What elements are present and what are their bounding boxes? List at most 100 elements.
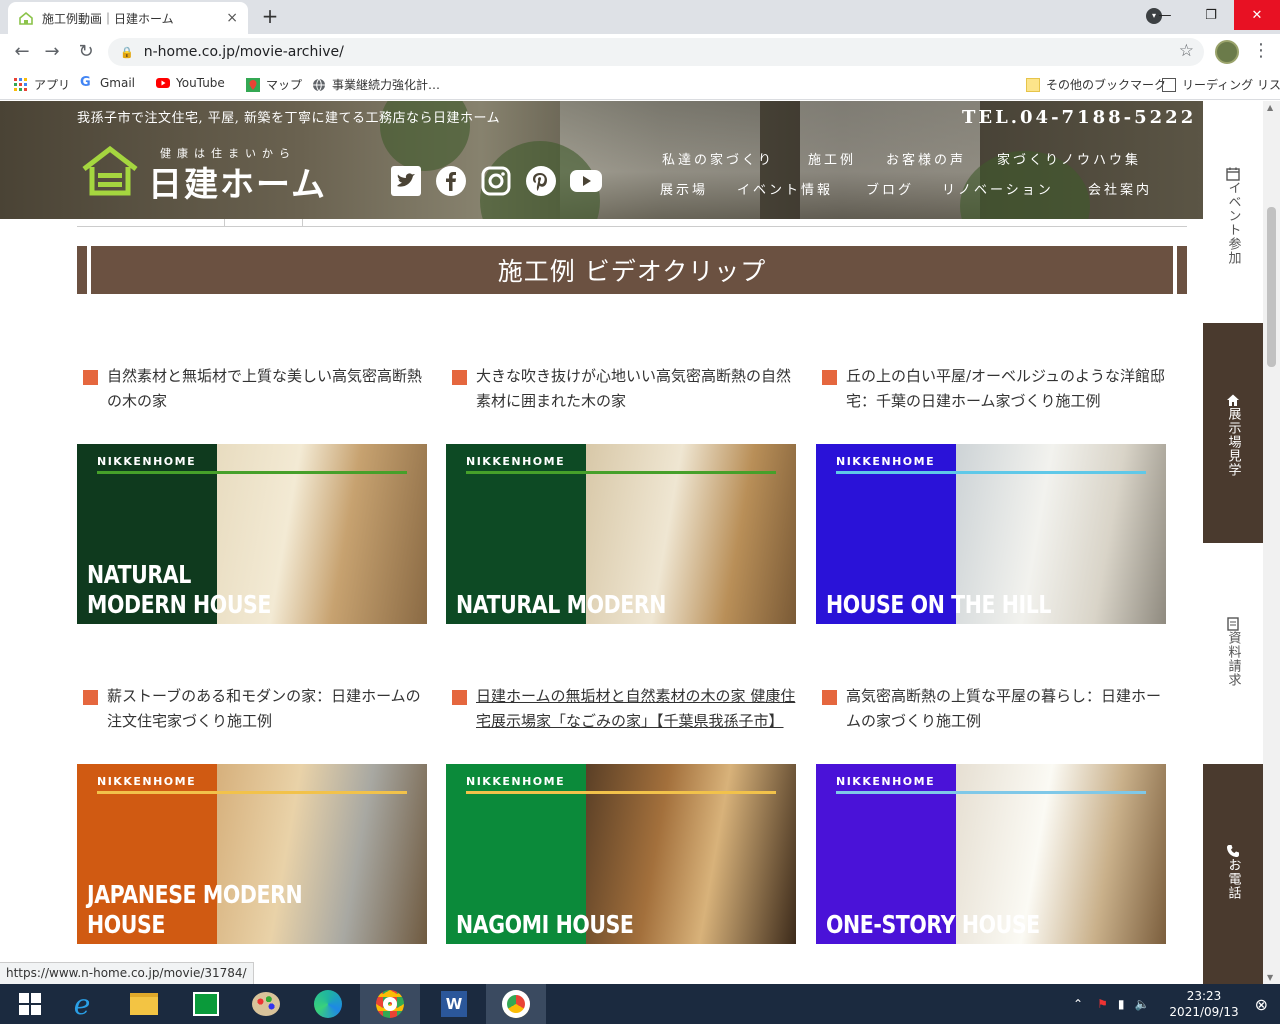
thumbnail-brand: NIKKENHOME — [836, 455, 936, 468]
video-card-caption[interactable]: 日建ホームの無垢材と自然素材の木の家 健康住宅展示場家「なごみの家」【千葉県我孫… — [446, 684, 796, 759]
new-tab-button[interactable]: + — [258, 4, 282, 28]
nav-showroom[interactable]: 展示場 — [660, 179, 708, 198]
nav-voices[interactable]: お客様の声 — [886, 149, 966, 168]
scroll-up-icon[interactable]: ▲ — [1267, 103, 1273, 112]
network-warning-icon[interactable]: ⚑ — [1097, 997, 1108, 1011]
reading-list-icon — [1162, 77, 1176, 92]
video-thumbnail[interactable]: NIKKENHOME NATURAL MODERN — [446, 444, 796, 624]
taskbar-edge[interactable] — [298, 984, 358, 1024]
tray-overflow-icon[interactable]: ⌃ — [1073, 997, 1083, 1011]
taskbar-explorer[interactable] — [114, 984, 174, 1024]
scrollbar-thumb[interactable] — [1267, 207, 1276, 367]
bullet-square-icon — [822, 690, 837, 705]
title-bar-left — [87, 246, 91, 294]
close-window-button[interactable]: ✕ — [1234, 0, 1280, 30]
maximize-button[interactable]: ❐ — [1188, 0, 1234, 30]
taskbar-paint[interactable] — [236, 984, 296, 1024]
video-card-caption[interactable]: 薪ストーブのある和モダンの家：日建ホームの注文住宅家づくり施工例 — [77, 684, 427, 759]
back-arrow-icon[interactable]: ← — [10, 40, 34, 64]
notification-icon[interactable]: ⊗ — [1255, 995, 1268, 1014]
bullet-square-icon — [452, 690, 467, 705]
instagram-icon[interactable] — [480, 165, 512, 197]
thumbnail-title-line1: NATURAL — [87, 560, 191, 589]
nav-blog[interactable]: ブログ — [866, 179, 914, 198]
video-card[interactable]: 高気密高断熱の上質な平屋の暮らし：日建ホームの家づくり施工例 NIKKENHOME… — [816, 684, 1166, 944]
facebook-icon[interactable] — [435, 165, 467, 197]
taskbar-clock[interactable]: 23:23 2021/09/13 — [1169, 988, 1238, 1020]
start-button[interactable] — [0, 984, 60, 1024]
video-thumbnail[interactable]: NIKKENHOME JAPANESE MODERN HOUSE — [77, 764, 427, 944]
bullet-square-icon — [83, 370, 98, 385]
reload-icon[interactable]: ↻ — [74, 40, 98, 64]
thumbnail-title: NAGOMI HOUSE — [456, 910, 634, 940]
document-icon — [1227, 617, 1239, 631]
taskbar-store[interactable] — [176, 984, 236, 1024]
address-bar[interactable]: 🔒 n-home.co.jp/movie-archive/ ☆ — [108, 38, 1204, 66]
other-bookmarks[interactable]: その他のブックマーク — [1026, 76, 1166, 93]
video-thumbnail[interactable]: NIKKENHOME NAGOMI HOUSE — [446, 764, 796, 944]
wifi-icon[interactable]: ▮ — [1118, 997, 1125, 1011]
site-logo[interactable]: 健康は住まいから 日建ホーム — [80, 145, 325, 205]
taskbar-word[interactable]: W — [424, 984, 484, 1024]
nav-examples[interactable]: 施工例 — [808, 149, 856, 168]
taskbar-chrome-active[interactable] — [360, 984, 420, 1024]
youtube-icon[interactable] — [570, 165, 602, 197]
video-thumbnail[interactable]: NIKKENHOME ONE-STORY HOUSE — [816, 764, 1166, 944]
nav-renovation[interactable]: リノベーション — [942, 179, 1054, 198]
nav-company[interactable]: 会社案内 — [1088, 179, 1152, 198]
video-card-caption[interactable]: 自然素材と無垢材で上質な美しい高気密高断熱の木の家 — [77, 364, 427, 439]
browser-tab[interactable]: 施工例動画｜日建ホーム × — [8, 2, 248, 34]
reading-list[interactable]: リーディング リスト — [1162, 76, 1280, 93]
caption-text: 高気密高断熱の上質な平屋の暮らし：日建ホームの家づくり施工例 — [846, 687, 1162, 730]
bookmark-maps[interactable]: マップ — [246, 76, 302, 93]
bookmark-apps[interactable]: アプリ — [14, 76, 70, 93]
home-icon — [1227, 394, 1239, 406]
bookmark-star-icon[interactable]: ☆ — [1179, 41, 1194, 61]
thumbnail-brand: NIKKENHOME — [836, 775, 936, 788]
header-phone[interactable]: TEL.04-7188-5222 — [962, 107, 1196, 128]
bookmark-bcp[interactable]: 事業継続力強化計… — [312, 76, 440, 93]
bookmark-gmail[interactable]: G Gmail — [80, 76, 135, 91]
video-card-caption[interactable]: 高気密高断熱の上質な平屋の暮らし：日建ホームの家づくり施工例 — [816, 684, 1166, 759]
thumbnail-rule — [836, 791, 1146, 794]
bookmark-youtube[interactable]: YouTube — [156, 76, 225, 90]
video-card[interactable]: 自然素材と無垢材で上質な美しい高気密高断熱の木の家 NIKKENHOME NATUR… — [77, 364, 427, 624]
forward-arrow-icon[interactable]: → — [40, 40, 64, 64]
profile-avatar[interactable] — [1215, 40, 1239, 64]
pinterest-icon[interactable] — [525, 165, 557, 197]
video-card[interactable]: 大きな吹き抜けが心地いい高気密高断熱の自然素材に囲まれた木の家 NIKKENHOM… — [446, 364, 796, 624]
tab-close-icon[interactable]: × — [226, 10, 238, 26]
side-tab-event[interactable]: イベント参加 — [1203, 161, 1263, 321]
video-card-caption[interactable]: 大きな吹き抜けが心地いい高気密高断熱の自然素材に囲まれた木の家 — [446, 364, 796, 439]
thumbnail-title-line2: HOUSE — [87, 910, 165, 939]
store-icon — [193, 992, 219, 1016]
taskbar-chrome-2[interactable] — [486, 984, 546, 1024]
nav-events[interactable]: イベント情報 — [737, 179, 833, 198]
thumbnail-rule — [97, 471, 407, 474]
minimize-button[interactable]: — — [1142, 0, 1188, 30]
side-tab-showroom[interactable]: 展示場見学 — [1203, 323, 1263, 543]
volume-icon[interactable]: 🔈 — [1134, 997, 1149, 1011]
video-card[interactable]: 薪ストーブのある和モダンの家：日建ホームの注文住宅家づくり施工例 NIKKENHO… — [77, 684, 427, 944]
other-bookmarks-label: その他のブックマーク — [1046, 78, 1167, 92]
page-scrollbar[interactable]: ▲ ▼ — [1263, 101, 1280, 984]
title-bar-right — [1173, 246, 1177, 294]
scroll-down-icon[interactable]: ▼ — [1267, 973, 1273, 982]
site-header: 我孫子市で注文住宅, 平屋, 新築を丁寧に建てる工務店なら日建ホーム TEL.0… — [0, 101, 1203, 219]
nav-our-home[interactable]: 私達の家づくり — [662, 149, 774, 168]
thumbnail-brand: NIKKENHOME — [97, 775, 197, 788]
side-tab-docs[interactable]: 資料請求 — [1203, 617, 1263, 697]
thumbnail-brand: NIKKENHOME — [97, 455, 197, 468]
video-card[interactable]: 丘の上の白い平屋/オーベルジュのような洋館邸宅：千葉の日建ホーム家づくり施工例 N… — [816, 364, 1166, 624]
video-thumbnail[interactable]: NIKKENHOME NATURAL MODERN HOUSE — [77, 444, 427, 624]
browser-menu-icon[interactable]: ⋮ — [1252, 40, 1270, 61]
taskbar-ie[interactable]: e — [52, 984, 112, 1024]
video-thumbnail[interactable]: NIKKENHOME HOUSE ON THE HILL — [816, 444, 1166, 624]
nav-knowhow[interactable]: 家づくりノウハウ集 — [997, 149, 1141, 168]
video-card[interactable]: 日建ホームの無垢材と自然素材の木の家 健康住宅展示場家「なごみの家」【千葉県我孫… — [446, 684, 796, 944]
video-card-caption[interactable]: 丘の上の白い平屋/オーベルジュのような洋館邸宅：千葉の日建ホーム家づくり施工例 — [816, 364, 1166, 439]
twitter-icon[interactable] — [390, 165, 422, 197]
thumbnail-brand: NIKKENHOME — [466, 775, 566, 788]
side-tab-phone[interactable]: お電話 — [1203, 764, 1263, 984]
clock-date: 2021/09/13 — [1169, 1005, 1239, 1019]
